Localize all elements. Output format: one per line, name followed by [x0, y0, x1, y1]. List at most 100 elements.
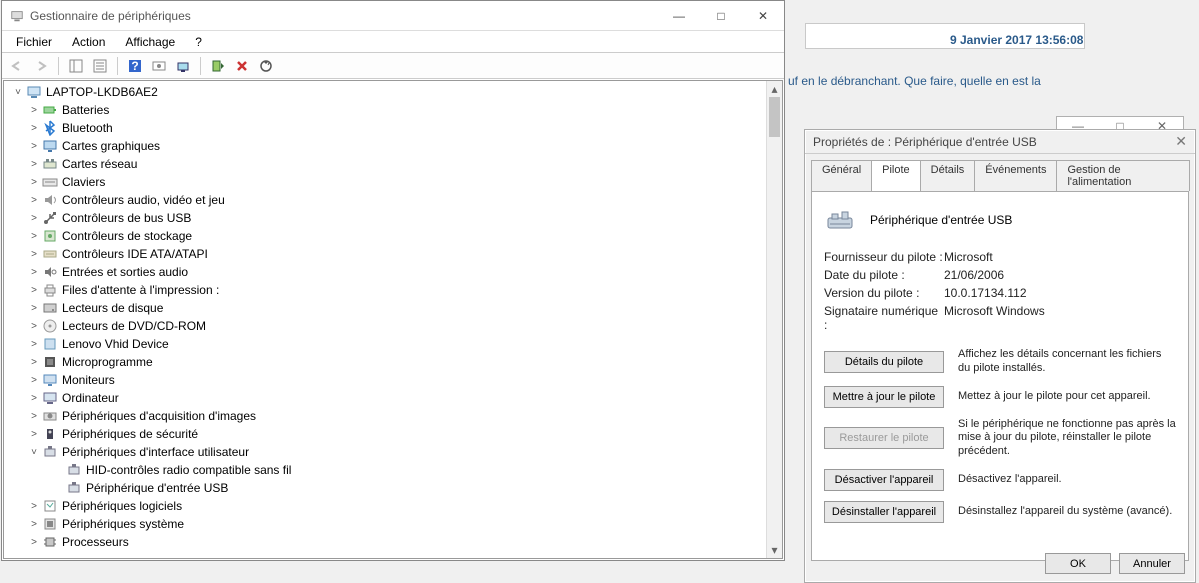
expand-toggle-icon[interactable]: >: [28, 267, 40, 278]
scan-hardware-button[interactable]: [148, 55, 170, 77]
tree-node[interactable]: >Périphériques système: [4, 515, 782, 533]
uninstall-device-button[interactable]: Désinstaller l'appareil: [824, 501, 944, 523]
tree-node[interactable]: >Processeurs: [4, 533, 782, 551]
tree-node-label: Contrôleurs IDE ATA/ATAPI: [62, 247, 208, 261]
scroll-track[interactable]: [767, 97, 782, 542]
dialog-titlebar[interactable]: Propriétés de : Périphérique d'entrée US…: [805, 130, 1195, 154]
driver-details-button[interactable]: Détails du pilote: [824, 351, 944, 373]
tree-node[interactable]: >Batteries: [4, 101, 782, 119]
expand-toggle-icon[interactable]: ˅: [28, 447, 40, 458]
tab-general[interactable]: Général: [811, 160, 872, 191]
back-button[interactable]: [6, 55, 28, 77]
expand-toggle-icon[interactable]: >: [28, 303, 40, 314]
expand-toggle-icon[interactable]: >: [28, 393, 40, 404]
tree-node[interactable]: >Cartes graphiques: [4, 137, 782, 155]
tree-node[interactable]: > Périphériques logiciels: [4, 497, 782, 515]
uninstall-device-button[interactable]: [231, 55, 253, 77]
update-driver-button[interactable]: Mettre à jour le pilote: [824, 386, 944, 408]
tree-node[interactable]: >Bluetooth: [4, 119, 782, 137]
forward-button[interactable]: [30, 55, 52, 77]
scan-changes-button[interactable]: [255, 55, 277, 77]
tab-events[interactable]: Événements: [974, 160, 1057, 191]
tree-node[interactable]: ˅Périphériques d'interface utilisateur: [4, 443, 782, 461]
expand-toggle-icon[interactable]: >: [28, 357, 40, 368]
device-category-icon: [42, 174, 58, 190]
ok-button[interactable]: OK: [1045, 553, 1111, 574]
device-tree-pane[interactable]: ˅LAPTOP-LKDB6AE2>Batteries>Bluetooth>Car…: [3, 80, 783, 559]
tree-node[interactable]: >Lenovo Vhid Device: [4, 335, 782, 353]
expand-toggle-icon[interactable]: >: [28, 105, 40, 116]
tree-node[interactable]: >Lecteurs de DVD/CD-ROM: [4, 317, 782, 335]
minimize-button[interactable]: —: [658, 1, 700, 31]
tab-driver[interactable]: Pilote: [871, 160, 921, 191]
menu-help[interactable]: ?: [187, 33, 210, 51]
tree-node-label: Ordinateur: [62, 391, 119, 405]
cancel-button[interactable]: Annuler: [1119, 553, 1185, 574]
tree-node[interactable]: >Cartes réseau: [4, 155, 782, 173]
properties-button[interactable]: [89, 55, 111, 77]
expand-toggle-icon[interactable]: >: [28, 123, 40, 134]
device-category-icon: [42, 516, 58, 532]
disable-device-button[interactable]: Désactiver l'appareil: [824, 469, 944, 491]
expand-toggle-icon[interactable]: >: [28, 537, 40, 548]
tab-panel-driver: Périphérique d'entrée USB Fournisseur du…: [811, 191, 1189, 561]
tree-node[interactable]: > Files d'attente à l'impression :: [4, 281, 782, 299]
device-category-icon: [42, 156, 58, 172]
tree-node[interactable]: >Claviers: [4, 173, 782, 191]
scroll-down-button[interactable]: ▾: [767, 542, 782, 558]
expand-toggle-icon[interactable]: >: [28, 195, 40, 206]
tree-root[interactable]: ˅LAPTOP-LKDB6AE2: [4, 83, 782, 101]
close-button[interactable]: ✕: [742, 1, 784, 31]
tree-node[interactable]: >Contrôleurs de stockage: [4, 227, 782, 245]
tree-node-label: Files d'attente à l'impression :: [62, 283, 219, 297]
vertical-scrollbar[interactable]: ▴ ▾: [766, 81, 782, 558]
tab-power[interactable]: Gestion de l'alimentation: [1056, 160, 1190, 191]
tree-node[interactable]: HID-contrôles radio compatible sans fil: [4, 461, 782, 479]
enable-device-button[interactable]: [207, 55, 229, 77]
scroll-thumb[interactable]: [769, 97, 780, 137]
tree-node[interactable]: Périphérique d'entrée USB: [4, 479, 782, 497]
tab-details[interactable]: Détails: [920, 160, 976, 191]
tree-node[interactable]: >Contrôleurs de bus USB: [4, 209, 782, 227]
expand-toggle-icon[interactable]: ˅: [12, 87, 24, 98]
device-category-icon: [42, 192, 58, 208]
expand-toggle-icon[interactable]: >: [28, 339, 40, 350]
menu-file[interactable]: Fichier: [8, 33, 60, 51]
expand-toggle-icon[interactable]: >: [28, 141, 40, 152]
tree-node[interactable]: >Périphériques d'acquisition d'images: [4, 407, 782, 425]
expand-toggle-icon[interactable]: >: [28, 159, 40, 170]
tree-node[interactable]: >Entrées et sorties audio: [4, 263, 782, 281]
expand-toggle-icon[interactable]: >: [28, 231, 40, 242]
device-category-icon: [42, 534, 58, 550]
expand-toggle-icon[interactable]: >: [28, 375, 40, 386]
expand-toggle-icon[interactable]: >: [28, 177, 40, 188]
expand-toggle-icon[interactable]: >: [28, 249, 40, 260]
tree-node[interactable]: >Contrôleurs audio, vidéo et jeu: [4, 191, 782, 209]
help-button[interactable]: ?: [124, 55, 146, 77]
tree-node[interactable]: >Périphériques de sécurité: [4, 425, 782, 443]
expand-toggle-icon[interactable]: >: [28, 411, 40, 422]
tree-node[interactable]: > Microprogramme: [4, 353, 782, 371]
update-driver-button[interactable]: [172, 55, 194, 77]
restore-driver-button[interactable]: Restaurer le pilote: [824, 427, 944, 449]
tree-node[interactable]: > Lecteurs de disque: [4, 299, 782, 317]
titlebar[interactable]: Gestionnaire de périphériques — □ ✕: [2, 1, 784, 31]
maximize-button[interactable]: □: [700, 1, 742, 31]
expand-toggle-icon[interactable]: >: [28, 213, 40, 224]
tree-node[interactable]: >Moniteurs: [4, 371, 782, 389]
tree-node[interactable]: > Ordinateur: [4, 389, 782, 407]
tree-node-label: Lecteurs de disque: [62, 301, 163, 315]
tree-node-label: Microprogramme: [62, 355, 153, 369]
menu-view[interactable]: Affichage: [117, 33, 183, 51]
expand-toggle-icon[interactable]: >: [28, 285, 40, 296]
expand-toggle-icon[interactable]: >: [28, 429, 40, 440]
expand-toggle-icon[interactable]: >: [28, 321, 40, 332]
scroll-up-button[interactable]: ▴: [767, 81, 782, 97]
tree-node[interactable]: > Contrôleurs IDE ATA/ATAPI: [4, 245, 782, 263]
tree-node-label: Périphériques logiciels: [62, 499, 182, 513]
expand-toggle-icon[interactable]: >: [28, 501, 40, 512]
dialog-close-button[interactable]: ✕: [1175, 133, 1187, 150]
menu-action[interactable]: Action: [64, 33, 113, 51]
show-hide-tree-button[interactable]: [65, 55, 87, 77]
expand-toggle-icon[interactable]: >: [28, 519, 40, 530]
